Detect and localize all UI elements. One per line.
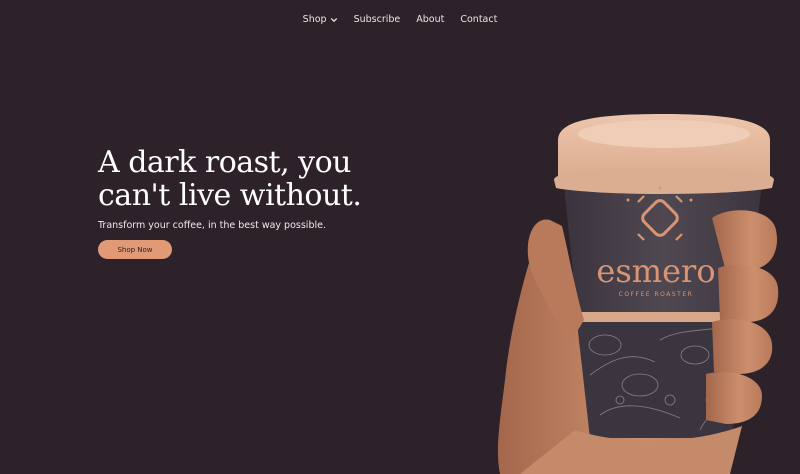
nav-item-label: Subscribe <box>353 14 401 25</box>
nav-item-about[interactable]: About <box>416 14 444 25</box>
hero-headline-line1: A dark roast, you <box>98 145 352 180</box>
hero-headline-line2: can't live without. <box>98 178 362 213</box>
hero-headline: A dark roast, you can't live without. <box>98 146 438 212</box>
nav-item-label: Contact <box>460 14 498 25</box>
nav-item-label: Shop <box>302 14 327 25</box>
hero-section: A dark roast, you can't live without. Tr… <box>98 146 438 259</box>
shop-now-button[interactable]: Shop Now <box>98 240 172 259</box>
chevron-down-icon <box>330 17 337 22</box>
nav-item-shop[interactable]: Shop <box>303 14 338 25</box>
brand-wordmark: esmero <box>596 252 715 290</box>
nav-item-label: About <box>416 14 445 25</box>
brand-tagline: COFFEE ROASTER <box>619 291 694 298</box>
main-nav: Shop Subscribe About Contact <box>0 14 800 25</box>
hero-subtitle: Transform your coffee, in the best way p… <box>98 220 326 231</box>
nav-item-contact[interactable]: Contact <box>460 14 497 25</box>
nav-item-subscribe[interactable]: Subscribe <box>354 14 401 25</box>
coffee-cup-image: esmero COFFEE ROASTER <box>497 114 779 474</box>
